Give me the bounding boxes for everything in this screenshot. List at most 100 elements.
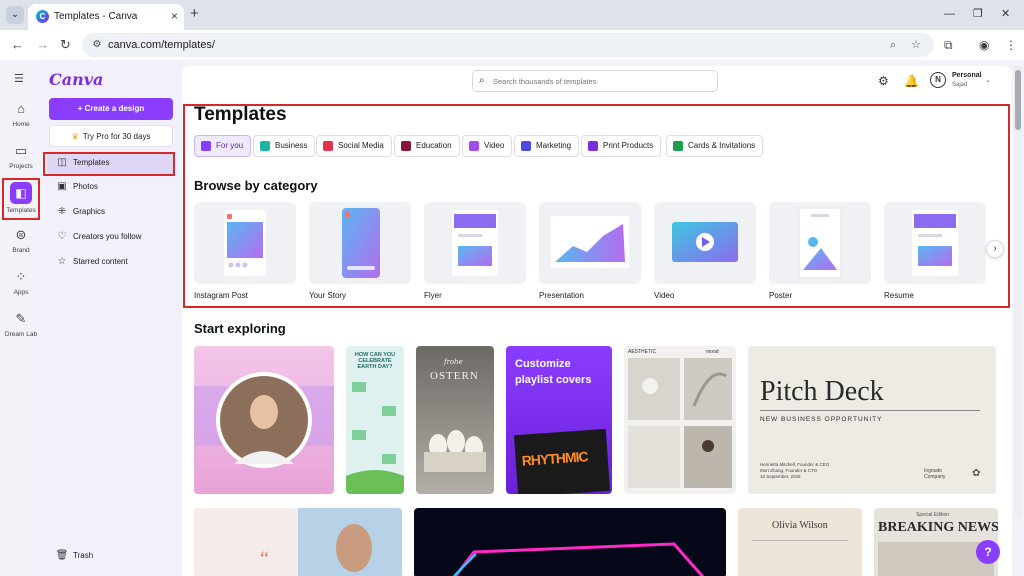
template-tile-playlist[interactable]: Customize playlist covers RHYTHMIC — [506, 346, 612, 494]
sidebar-item-trash[interactable]: 🗑 Trash — [47, 545, 175, 567]
template-tile-earth-day[interactable]: HOW CAN YOU CELEBRATE EARTH DAY? — [346, 346, 404, 494]
category-card-resume[interactable] — [884, 202, 986, 284]
rail-item-templates[interactable]: ◧ Templates — [0, 182, 42, 222]
sidebar-item-photos[interactable]: ▣ Photos — [47, 176, 175, 198]
back-button[interactable]: ← — [11, 37, 24, 53]
collapse-menu-icon[interactable]: ☰ — [14, 72, 24, 85]
account-user: Sajad — [952, 82, 968, 88]
minimize-button[interactable]: — — [944, 7, 955, 21]
profile-icon[interactable]: ◉ — [979, 37, 989, 53]
page-scrollbar[interactable] — [1014, 66, 1022, 516]
template-tile-aesthetic[interactable]: AESTHETIC mood — [624, 346, 736, 494]
settings-gear-icon[interactable]: ⚙ — [878, 74, 889, 88]
your-story-thumbnail — [342, 208, 380, 278]
chip-label: Education — [416, 141, 452, 150]
tab-search-button[interactable]: ⌄ — [6, 6, 24, 24]
zoom-icon[interactable]: ⌕ — [890, 38, 896, 52]
template-tile-quote[interactable]: “ — [194, 508, 402, 576]
category-label-flyer[interactable]: Flyer — [424, 291, 442, 300]
category-card-poster[interactable] — [769, 202, 871, 284]
chevron-down-icon[interactable]: ⌄ — [985, 76, 991, 84]
category-card-your-story[interactable] — [309, 202, 411, 284]
pitch-credit-1: Henrietta Mitchell, Founder & CEO — [760, 462, 830, 467]
pitch-company: Ingoude Company — [924, 468, 946, 480]
chevron-right-icon[interactable]: › — [986, 240, 1004, 258]
chip-label: Marketing — [536, 141, 572, 150]
ostern-script-text: frohe — [444, 358, 463, 366]
try-pro-button[interactable]: ♛ Try Pro for 30 days — [49, 125, 173, 147]
avatar[interactable]: N — [930, 72, 946, 88]
flyer-thumbnail — [452, 210, 498, 276]
start-exploring-title: Start exploring — [194, 321, 286, 336]
tab-title: Templates - Canva — [54, 11, 138, 22]
template-tile-pitch-deck[interactable]: Pitch Deck NEW BUSINESS OPPORTUNITY Henr… — [748, 346, 996, 494]
category-label-instagram-post[interactable]: Instagram Post — [194, 291, 248, 300]
rail-item-projects[interactable]: ▭ Projects — [0, 142, 42, 182]
earth-day-text: HOW CAN YOU CELEBRATE EARTH DAY? — [354, 352, 396, 370]
instagram-post-thumbnail — [224, 210, 266, 276]
canva-app: ☰ ⌂ Home ▭ Projects ◧ Templates ⊜ Brand … — [0, 60, 1024, 576]
category-card-video[interactable] — [654, 202, 756, 284]
sidebar-item-starred[interactable]: ☆ Starred content — [47, 251, 175, 273]
address-bar[interactable]: ⚙ canva.com/templates/ ⌕ ☆ — [82, 33, 934, 57]
category-label-presentation[interactable]: Presentation — [539, 291, 584, 300]
chip-print-products[interactable]: Print Products — [581, 135, 662, 157]
reload-button[interactable]: ↻ — [60, 37, 71, 53]
category-label-resume[interactable]: Resume — [884, 291, 914, 300]
extensions-icon[interactable]: ⧉ — [944, 37, 953, 53]
account-name[interactable]: Personal — [952, 72, 982, 79]
olivia-divider — [752, 540, 848, 541]
notifications-bell-icon[interactable]: 🔔 — [904, 74, 919, 88]
chip-video[interactable]: Video — [462, 135, 513, 157]
quote-photo — [298, 508, 402, 576]
category-label-video[interactable]: Video — [654, 291, 674, 300]
rail-item-apps[interactable]: ⁘ Apps — [0, 268, 42, 308]
template-tile-portrait[interactable] — [194, 346, 334, 494]
search-input[interactable] — [493, 74, 713, 89]
rail-item-home[interactable]: ⌂ Home — [0, 100, 42, 140]
category-card-instagram-post[interactable] — [194, 202, 296, 284]
chip-marketing[interactable]: Marketing — [514, 135, 580, 157]
sidebar-label-starred: Starred content — [73, 257, 128, 266]
bookmark-star-icon[interactable]: ☆ — [911, 38, 921, 52]
template-tile-olivia[interactable]: Olivia Wilson — [738, 508, 862, 576]
template-tile-ostern[interactable]: frohe OSTERN — [416, 346, 494, 494]
category-card-flyer[interactable] — [424, 202, 526, 284]
rail-item-brand[interactable]: ⊜ Brand — [0, 226, 42, 266]
browser-tab-strip: ⌄ C Templates - Canva × + — ❐ ✕ — [0, 0, 1024, 30]
category-label-poster[interactable]: Poster — [769, 291, 792, 300]
search-icon: ⌕ — [479, 75, 485, 86]
new-tab-button[interactable]: + — [190, 6, 199, 22]
maximize-button[interactable]: ❐ — [973, 7, 983, 21]
chip-label: Cards & Invitations — [688, 141, 756, 150]
window-close-button[interactable]: ✕ — [1001, 7, 1010, 21]
apps-icon: ⁘ — [15, 269, 27, 284]
sidebar-item-templates[interactable]: ◫ Templates — [47, 152, 175, 174]
template-tile-neon[interactable] — [414, 508, 726, 576]
sidebar-item-graphics[interactable]: ⁜ Graphics — [47, 201, 175, 223]
site-info-icon[interactable]: ⚙ — [90, 38, 104, 52]
category-label-your-story[interactable]: Your Story — [309, 291, 346, 300]
sidebar-item-creators[interactable]: ♡ Creators you follow — [47, 226, 175, 248]
chip-cards-invitations[interactable]: Cards & Invitations — [666, 135, 764, 157]
forward-button[interactable]: → — [36, 37, 49, 53]
create-design-button[interactable]: + Create a design — [49, 98, 173, 120]
rail-label-apps: Apps — [13, 289, 29, 296]
category-card-presentation[interactable] — [539, 202, 641, 284]
chip-social-media[interactable]: Social Media — [316, 135, 392, 157]
rail-item-dream-lab[interactable]: ✎ Dream Lab — [0, 310, 42, 350]
template-search[interactable]: ⌕ — [472, 70, 718, 92]
screen: ⌄ C Templates - Canva × + — ❐ ✕ ← → ↻ ⚙ … — [0, 0, 1024, 576]
sidebar-label-trash: Trash — [73, 551, 94, 560]
browser-tab[interactable]: C Templates - Canva × — [28, 4, 184, 30]
tab-close-icon[interactable]: × — [171, 9, 178, 23]
chip-for-you[interactable]: For you — [194, 135, 252, 157]
canva-logo[interactable]: Canva — [49, 70, 103, 89]
graphics-icon: ⁜ — [57, 206, 67, 217]
browser-menu-icon[interactable]: ⋮ — [1005, 37, 1017, 53]
sidebar-label-creators: Creators you follow — [73, 232, 142, 241]
chip-business[interactable]: Business — [253, 135, 316, 157]
scroll-thumb[interactable] — [1015, 70, 1021, 130]
help-button[interactable]: ? — [976, 540, 1000, 564]
chip-education[interactable]: Education — [394, 135, 460, 157]
